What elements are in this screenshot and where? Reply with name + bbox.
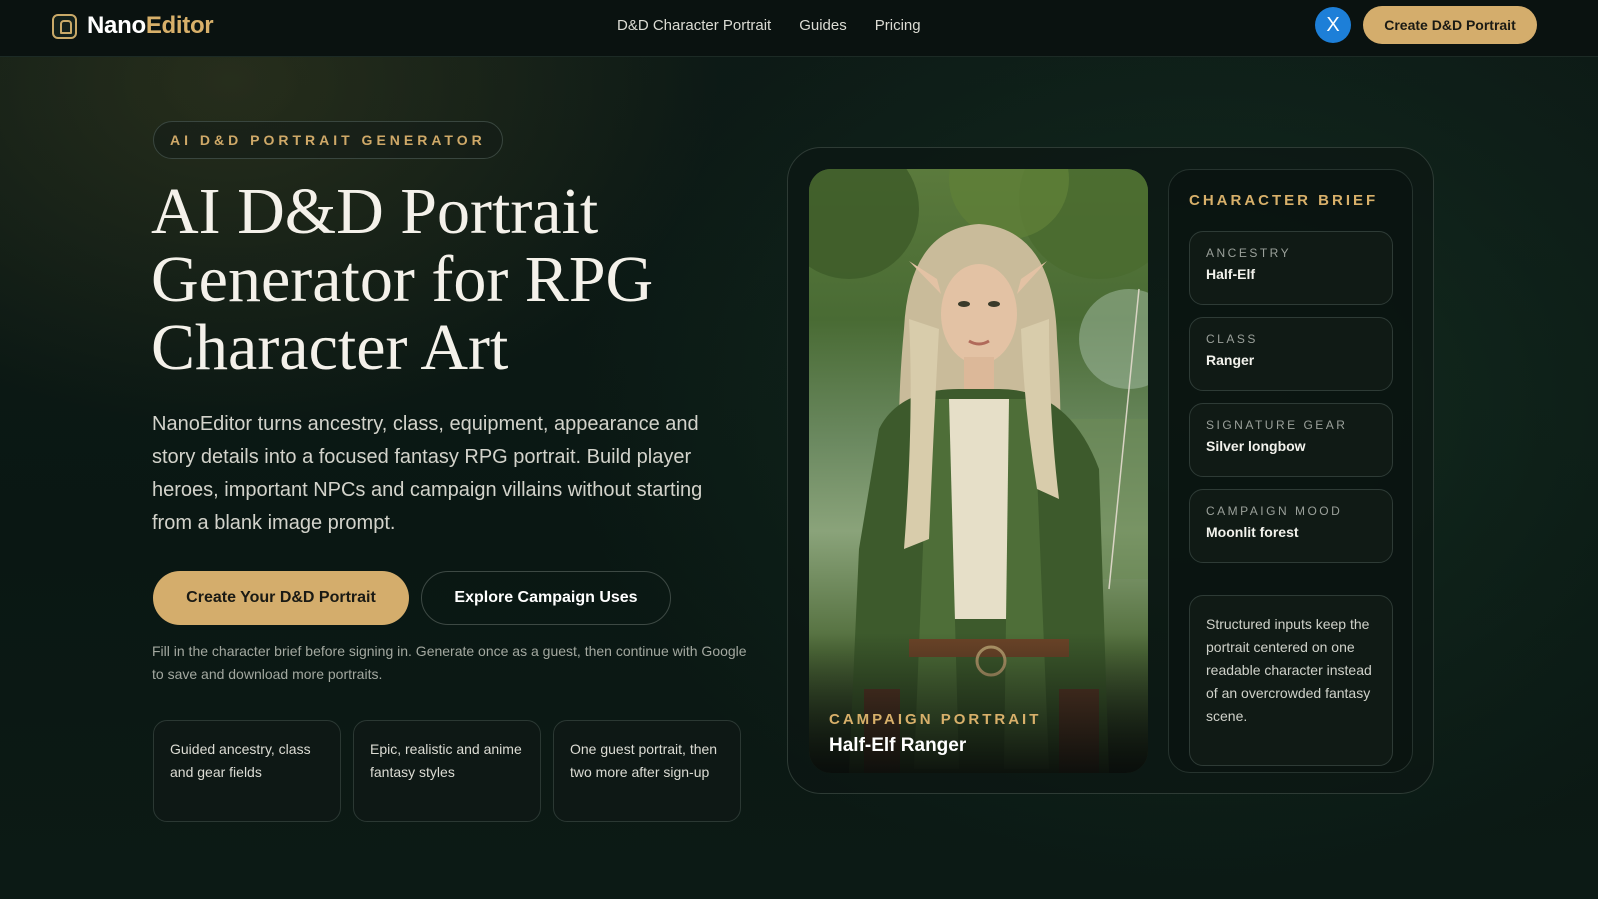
create-portrait-button[interactable]: Create Your D&D Portrait xyxy=(153,571,409,625)
brief-field-signature-gear[interactable]: SIGNATURE GEAR Silver longbow xyxy=(1189,403,1393,477)
field-label: CAMPAIGN MOOD xyxy=(1206,504,1343,518)
logo-icon xyxy=(52,13,77,39)
nav-link-dnd-portrait[interactable]: D&D Character Portrait xyxy=(617,17,771,34)
hero-title: AI D&D Portrait Generator for RPG Charac… xyxy=(151,175,654,384)
guest-note: Fill in the character brief before signi… xyxy=(152,643,747,682)
brief-field-campaign-mood[interactable]: CAMPAIGN MOOD Moonlit forest xyxy=(1189,489,1393,563)
brief-field-ancestry[interactable]: ANCESTRY Half-Elf xyxy=(1189,231,1393,305)
nav-create-portrait-button[interactable]: Create D&D Portrait xyxy=(1363,6,1537,44)
hero-description: NanoEditor turns ancestry, class, equipm… xyxy=(152,413,703,534)
nav-links: D&D Character Portrait Guides Pricing xyxy=(617,17,921,34)
explore-campaign-button[interactable]: Explore Campaign Uses xyxy=(421,571,671,625)
nav-link-guides[interactable]: Guides xyxy=(799,17,847,34)
portrait-image: CAMPAIGN PORTRAIT Half-Elf Ranger xyxy=(809,169,1148,773)
brand-name-part1: Nano xyxy=(87,12,146,39)
field-label: ANCESTRY xyxy=(1206,246,1292,260)
preview-card: CAMPAIGN PORTRAIT Half-Elf Ranger CHARAC… xyxy=(787,147,1434,794)
field-label: CLASS xyxy=(1206,332,1258,346)
brief-field-class[interactable]: CLASS Ranger xyxy=(1189,317,1393,391)
brief-note: Structured inputs keep the portrait cent… xyxy=(1189,595,1393,766)
field-value: Silver longbow xyxy=(1206,438,1306,454)
brand-name-part2: Editor xyxy=(145,12,214,39)
character-brief-title: CHARACTER BRIEF xyxy=(1189,192,1379,209)
field-value: Half-Elf xyxy=(1206,266,1255,282)
brand-logo[interactable]: NanoEditor xyxy=(52,12,214,40)
brand-name: NanoEditor xyxy=(87,12,214,40)
hero-eyebrow-badge: AI D&D PORTRAIT GENERATOR xyxy=(153,121,503,159)
field-value: Moonlit forest xyxy=(1206,524,1299,540)
portrait-caption-label: CAMPAIGN PORTRAIT xyxy=(829,711,1042,728)
nav-link-pricing[interactable]: Pricing xyxy=(875,17,921,34)
feature-card-guest: One guest portrait, then two more after … xyxy=(553,720,741,822)
feature-list: Guided ancestry, class and gear fields E… xyxy=(153,720,741,822)
feature-card-fields: Guided ancestry, class and gear fields xyxy=(153,720,341,822)
portrait-caption-name: Half-Elf Ranger xyxy=(829,735,967,756)
feature-card-styles: Epic, realistic and anime fantasy styles xyxy=(353,720,541,822)
character-brief-panel: CHARACTER BRIEF ANCESTRY Half-Elf CLASS … xyxy=(1168,169,1413,773)
top-nav: NanoEditor D&D Character Portrait Guides… xyxy=(0,0,1598,57)
field-label: SIGNATURE GEAR xyxy=(1206,418,1348,432)
user-avatar[interactable]: X xyxy=(1315,7,1351,43)
field-value: Ranger xyxy=(1206,352,1255,368)
